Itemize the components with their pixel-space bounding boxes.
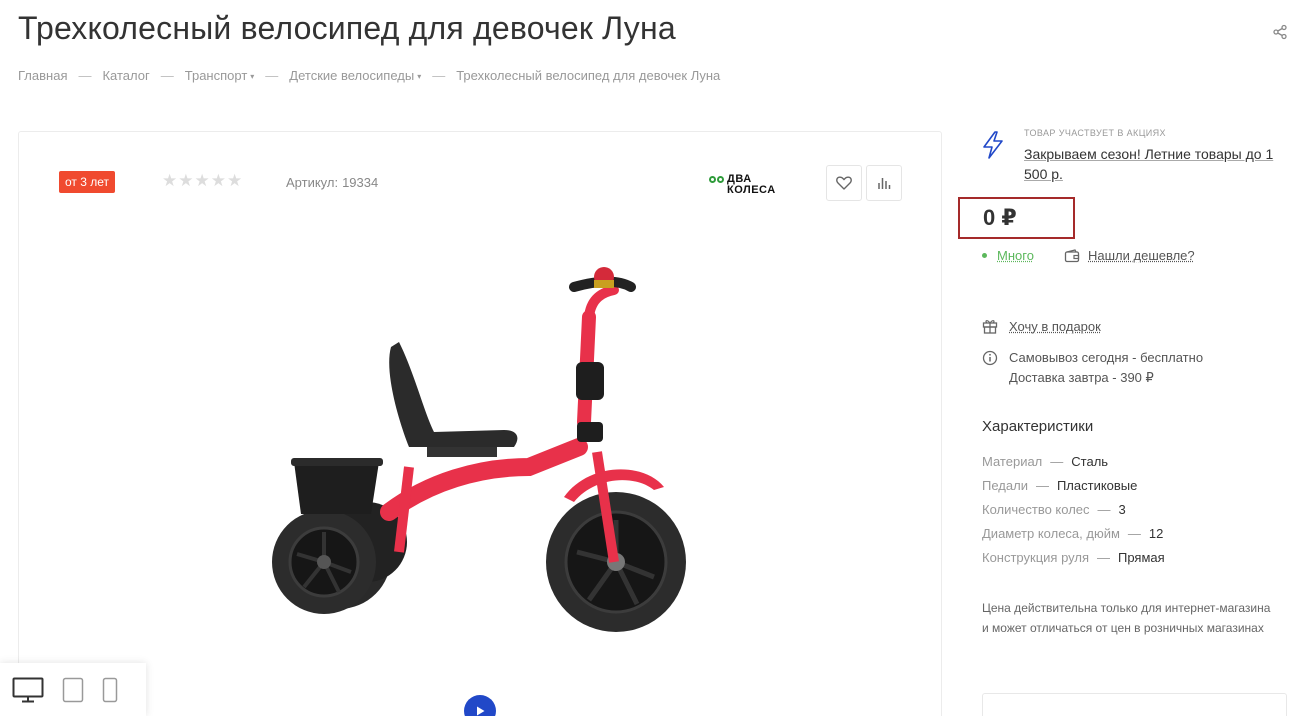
spec-row: Материал — Сталь: [982, 452, 1165, 476]
compare-button[interactable]: [866, 165, 902, 201]
bar-chart-icon: [878, 178, 891, 189]
courier-info: Доставка завтра - 390 ₽: [1009, 370, 1154, 385]
found-cheaper-label: Нашли дешевле?: [1088, 248, 1195, 263]
heart-icon: [836, 176, 852, 190]
spec-row: Количество колес — 3: [982, 500, 1165, 524]
breadcrumb-kids-bikes-label: Детские велосипеды: [289, 68, 415, 83]
delivery-info: Самовывоз сегодня - бесплатно Доставка з…: [982, 348, 1203, 388]
age-badge: от 3 лет: [59, 171, 116, 193]
breadcrumb-transport[interactable]: Транспорт ▾: [185, 68, 255, 83]
stock-indicator-dot: [982, 253, 987, 258]
spec-row: Конструкция руля — Прямая: [982, 548, 1165, 572]
pickup-info: Самовывоз сегодня - бесплатно: [1009, 350, 1204, 365]
page-title: Трехколесный велосипед для девочек Луна: [18, 10, 676, 46]
star-icon: ★: [227, 171, 243, 190]
desktop-icon[interactable]: [12, 677, 44, 703]
breadcrumb-home[interactable]: Главная: [18, 68, 67, 83]
spec-value: 12: [1148, 526, 1164, 541]
breadcrumb-separator: —: [160, 68, 174, 83]
breadcrumb: Главная — Каталог — Транспорт ▾ — Детские…: [18, 68, 720, 83]
spec-separator: —: [1050, 454, 1064, 469]
star-icon: ★: [210, 171, 226, 190]
spec-key: Педали: [982, 478, 1028, 493]
gift-label: Хочу в подарок: [1009, 318, 1101, 334]
rating-stars[interactable]: ★ ★ ★ ★ ★: [162, 172, 242, 189]
spec-value: Сталь: [1071, 454, 1109, 469]
specs-list: Материал — Сталь Педали — Пластиковые Количе…: [982, 452, 1165, 572]
gift-icon: [982, 320, 998, 334]
specs-title: Характеристики: [982, 418, 1094, 435]
sku: Артикул: 19334: [286, 175, 378, 190]
sku-label: Артикул:: [286, 175, 339, 190]
breadcrumb-separator: —: [432, 68, 446, 83]
price-disclaimer: Цена действительна только для интернет-м…: [982, 601, 1271, 635]
spec-row: Педали — Пластиковые: [982, 476, 1165, 500]
wallet-icon: [1064, 248, 1080, 262]
spec-value: Пластиковые: [1056, 478, 1138, 493]
product-image[interactable]: [259, 262, 699, 642]
star-icon: ★: [162, 171, 178, 190]
breadcrumb-separator: —: [265, 68, 279, 83]
spec-separator: —: [1127, 526, 1141, 541]
stock-status: Много: [982, 248, 1034, 263]
price-box: 0 ₽: [958, 197, 1075, 239]
info-icon: [982, 350, 998, 366]
spec-key: Диаметр колеса, дюйм: [982, 526, 1120, 541]
gift-link[interactable]: Хочу в подарок: [982, 318, 1101, 334]
play-icon: [477, 706, 485, 716]
spec-row: Диаметр колеса, дюйм — 12: [982, 524, 1165, 548]
breadcrumb-transport-label: Транспорт: [184, 68, 248, 83]
found-cheaper-link[interactable]: Нашли дешевле?: [1064, 248, 1195, 263]
buy-panel: [982, 693, 1287, 716]
star-icon: ★: [194, 171, 210, 190]
breadcrumb-separator: —: [78, 68, 92, 83]
spec-key: Конструкция руля: [982, 550, 1089, 565]
caret-down-icon: ▾: [250, 72, 255, 82]
promo-caption: Товар участвует в акциях: [1024, 128, 1166, 138]
play-video-button[interactable]: [464, 695, 496, 716]
spec-separator: —: [1097, 550, 1110, 565]
tablet-icon[interactable]: [62, 677, 84, 703]
caret-down-icon: ▾: [417, 72, 422, 82]
breadcrumb-catalog[interactable]: Каталог: [102, 68, 149, 83]
lightning-icon: [980, 130, 1006, 165]
device-switcher: [0, 663, 146, 716]
spec-value: 3: [1118, 502, 1126, 517]
spec-separator: —: [1035, 478, 1049, 493]
breadcrumb-current: Трехколесный велосипед для девочек Луна: [456, 68, 721, 83]
breadcrumb-kids-bikes[interactable]: Детские велосипеды ▾: [289, 68, 421, 83]
product-gallery: от 3 лет ★ ★ ★ ★ ★ Артикул: 19334 ДВА КОЛ…: [18, 131, 942, 716]
product-price: 0 ₽: [983, 205, 1017, 230]
spec-key: Материал: [982, 454, 1043, 469]
spec-value: Прямая: [1118, 550, 1165, 565]
brand-name: ДВА КОЛЕСА: [727, 174, 776, 196]
sku-value: 19334: [342, 175, 379, 190]
stock-label[interactable]: Много: [997, 248, 1034, 263]
share-icon[interactable]: [1272, 24, 1288, 40]
brand-logo[interactable]: ДВА КОЛЕСА: [709, 174, 776, 196]
mobile-icon[interactable]: [102, 677, 118, 703]
favorite-button[interactable]: [826, 165, 862, 201]
promo-link[interactable]: Закрываем сезон! Летние товары до 1 500 …: [1024, 144, 1280, 184]
star-icon: ★: [178, 171, 194, 190]
brand-logo-mark: [709, 176, 724, 183]
brand-line-2: КОЛЕСА: [727, 184, 776, 196]
spec-key: Количество колес: [982, 502, 1090, 517]
spec-separator: —: [1097, 502, 1111, 517]
